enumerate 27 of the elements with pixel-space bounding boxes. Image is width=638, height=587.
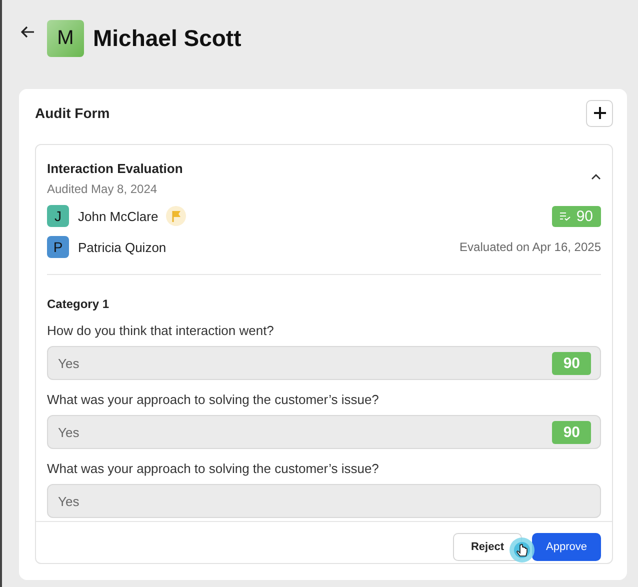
checklist-icon: [560, 212, 572, 220]
category-title: Category 1: [47, 297, 110, 311]
chevron-icon[interactable]: [591, 174, 601, 180]
page-title: Michael Scott: [93, 24, 242, 52]
answer-field[interactable]: Yes 90: [47, 415, 601, 449]
card-title: Audit Form: [35, 105, 110, 121]
avatar: J: [47, 205, 69, 227]
approve-button[interactable]: Approve: [532, 533, 601, 561]
score-badge: 90: [552, 420, 591, 444]
evaluated-date: Evaluated on Apr 16, 2025: [460, 240, 601, 254]
question-text: What was your approach to solving the customer’s issue?: [47, 392, 379, 407]
answer-field[interactable]: Yes: [47, 484, 601, 518]
person-name: John McClare: [78, 208, 158, 224]
add-button[interactable]: [586, 100, 613, 126]
evaluation-title: Interaction Evaluation: [47, 160, 183, 176]
person-name: Patricia Quizon: [78, 240, 166, 254]
avatar: M: [47, 20, 84, 56]
audit-date: Audited May 8, 2024: [47, 182, 158, 196]
back-arrow-icon[interactable]: [21, 26, 35, 38]
score-badge: 90: [552, 206, 601, 226]
question-text: What was your approach to solving the customer’s issue?: [47, 461, 379, 476]
hand-cursor-icon: [509, 537, 535, 563]
answer-field[interactable]: Yes 90: [47, 346, 601, 380]
avatar: P: [47, 236, 69, 258]
question-text: How do you think that interaction went?: [47, 323, 274, 338]
score-badge: 90: [552, 352, 591, 374]
plus-icon: [594, 107, 606, 119]
